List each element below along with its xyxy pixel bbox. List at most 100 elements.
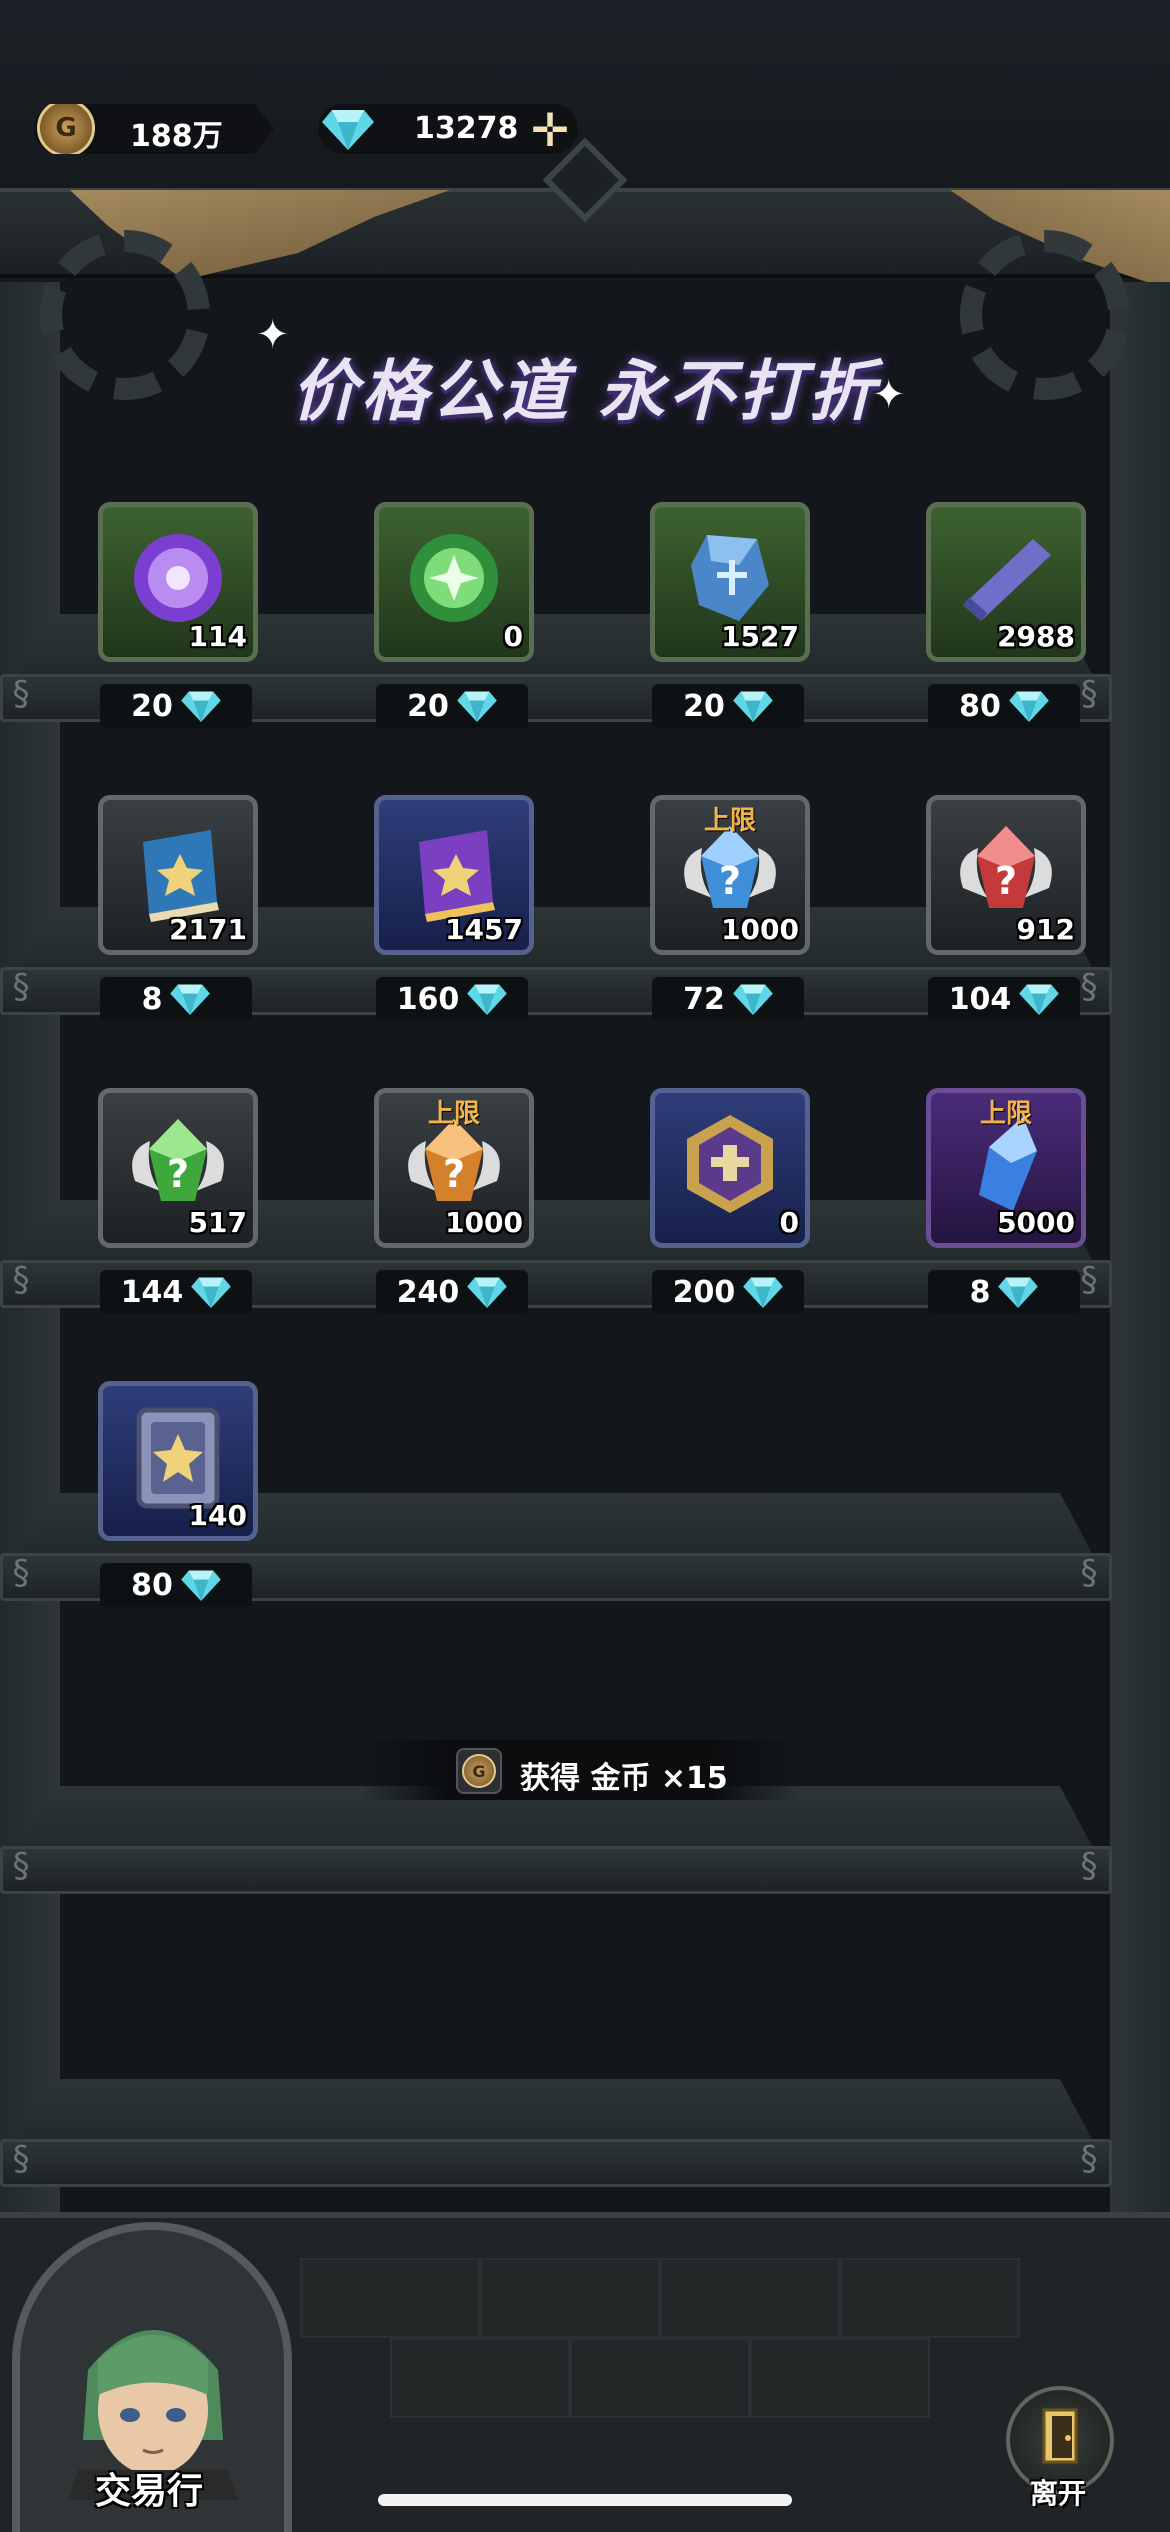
shelf-front — [0, 2139, 1112, 2187]
item-count: 140 — [188, 1499, 247, 1532]
shop-item[interactable]: ? 517 — [98, 1088, 258, 1248]
item-count: 2171 — [169, 913, 247, 946]
shelf-front — [0, 1846, 1112, 1894]
shelf-scroll-ornament: § — [12, 967, 30, 1007]
toast-coin-slot: G — [456, 1748, 502, 1794]
reward-toast: G 获得 金币 ×15 — [360, 1740, 800, 1800]
gem-icon — [743, 1277, 784, 1308]
price-value: 80 — [131, 1567, 173, 1603]
price-tag[interactable]: 144 — [100, 1270, 252, 1314]
gem-icon — [191, 1277, 232, 1308]
gem-icon — [467, 984, 508, 1015]
shop-item[interactable]: 1457 — [374, 795, 534, 955]
item-count: 5000 — [997, 1206, 1075, 1239]
shop-item[interactable]: ? 上限 1000 — [650, 795, 810, 955]
brick — [390, 2338, 570, 2418]
gem-icon — [181, 691, 221, 722]
shelf-scroll-ornament: § — [12, 1260, 30, 1300]
shelf-scroll-ornament: § — [12, 1553, 30, 1593]
shelf-scroll-ornament: § — [1080, 1846, 1098, 1886]
home-indicator[interactable] — [378, 2494, 792, 2506]
coin-balance: G 188万 — [34, 104, 274, 154]
svg-text:?: ? — [443, 1152, 465, 1196]
exit-label: 离开 — [1030, 2477, 1087, 2510]
gem-icon — [1019, 984, 1060, 1015]
shop-item[interactable]: ? 912 — [926, 795, 1086, 955]
green-orb-icon — [410, 534, 498, 622]
price-value: 200 — [672, 1274, 736, 1310]
price-value: 80 — [959, 688, 1001, 724]
merchant-name: 交易行 — [95, 2471, 204, 2512]
blue-book-icon — [143, 830, 219, 922]
item-count: 517 — [188, 1206, 247, 1239]
shop-item[interactable]: 1527 — [650, 502, 810, 662]
add-gems-button[interactable]: ✛ — [522, 102, 578, 158]
purple-orb-icon — [134, 534, 222, 622]
item-count: 2988 — [997, 620, 1075, 653]
shop-item[interactable]: 0 — [374, 502, 534, 662]
item-count: 1000 — [445, 1206, 523, 1239]
price-tag[interactable]: 20 — [652, 684, 804, 728]
price-value: 20 — [683, 688, 725, 724]
shop-item[interactable]: 2988 — [926, 502, 1086, 662]
price-tag[interactable]: 20 — [376, 684, 528, 728]
price-tag[interactable]: 160 — [376, 977, 528, 1021]
cabinet-right-wall — [1110, 282, 1170, 2212]
shop-item[interactable]: 114 — [98, 502, 258, 662]
price-tag[interactable]: 8 — [928, 1270, 1080, 1314]
item-count: 0 — [503, 620, 523, 653]
brick — [750, 2338, 930, 2418]
item-count: 912 — [1016, 913, 1075, 946]
shelf-scroll-ornament: § — [12, 2139, 30, 2179]
limit-label: 上限 — [979, 1099, 1032, 1129]
gem-icon — [467, 1277, 508, 1308]
gem-icon — [733, 691, 773, 722]
gem-icon — [457, 691, 497, 722]
price-tag[interactable]: 80 — [100, 1563, 252, 1607]
price-tag[interactable]: 104 — [928, 977, 1080, 1021]
price-value: 160 — [396, 981, 460, 1017]
price-tag[interactable]: 72 — [652, 977, 804, 1021]
svg-text:?: ? — [167, 1152, 189, 1196]
shelf: § § — [0, 2079, 1112, 2189]
brick — [480, 2258, 660, 2338]
limit-label: 上限 — [427, 1099, 480, 1129]
scroll-icon — [963, 539, 1051, 621]
price-tag[interactable]: 200 — [652, 1270, 804, 1314]
shelf-scroll-ornament: § — [12, 674, 30, 714]
shop-item[interactable]: ? 上限 1000 — [374, 1088, 534, 1248]
price-value: 20 — [131, 688, 173, 724]
price-tag[interactable]: 80 — [928, 684, 1080, 728]
price-tag[interactable]: 8 — [100, 977, 252, 1021]
gem-icon — [998, 1277, 1039, 1308]
shop-item[interactable]: 上限 5000 — [926, 1088, 1086, 1248]
toast-text: 获得 金币 ×15 — [520, 1761, 728, 1796]
gem-amount: 13278 — [414, 111, 519, 146]
price-tag[interactable]: 240 — [376, 1270, 528, 1314]
coin-icon: G — [37, 104, 95, 154]
purple-book-icon — [419, 830, 495, 922]
shop-item[interactable]: 0 — [650, 1088, 810, 1248]
shelf-scroll-ornament: § — [12, 1846, 30, 1886]
star-card-icon — [136, 1407, 220, 1509]
shelf-scroll-ornament: § — [1080, 2139, 1098, 2179]
price-tag[interactable]: 20 — [100, 684, 252, 728]
green-mystery-crystal-icon: ? — [132, 1119, 224, 1201]
price-value: 8 — [969, 1274, 991, 1310]
item-count: 1527 — [721, 620, 799, 653]
shelf-surface — [20, 2079, 1092, 2139]
brick — [570, 2338, 750, 2418]
gem-icon — [1009, 691, 1049, 722]
shop-banner-title: 价格公道 永不打折 — [291, 353, 879, 430]
coin-amount: 188万 — [130, 119, 223, 154]
limit-label: 上限 — [703, 806, 756, 836]
shop-screen: G 188万 13278 ✛ ✦ ✦ 价格公道 永不打折 § § § § § § § § § § §… — [0, 0, 1170, 2532]
gem-icon — [170, 984, 211, 1015]
red-mystery-crystal-icon: ? — [960, 826, 1052, 908]
shop-item[interactable]: 2171 — [98, 795, 258, 955]
item-count: 114 — [188, 620, 247, 653]
price-value: 144 — [120, 1274, 184, 1310]
shop-item[interactable]: 140 — [98, 1381, 258, 1541]
svg-text:?: ? — [719, 859, 741, 903]
item-count: 0 — [779, 1206, 799, 1239]
